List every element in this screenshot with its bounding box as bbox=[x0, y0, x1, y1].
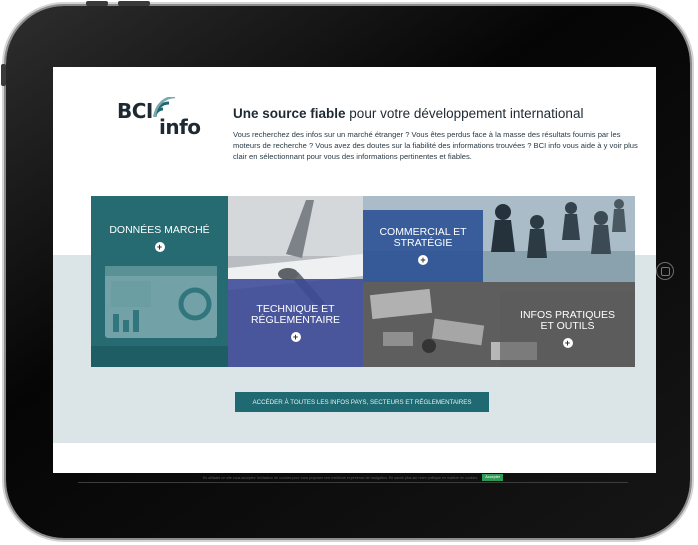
tablet-side-button bbox=[1, 64, 6, 86]
tile-infos-pratiques[interactable]: INFOS PRATIQUES ET OUTILS + bbox=[500, 291, 635, 367]
tile-technique-line2: RÉGLEMENTAIRE bbox=[250, 314, 341, 326]
tile-commercial-strategie[interactable]: COMMERCIAL ET STRATÉGIE + bbox=[363, 210, 483, 282]
home-button-icon[interactable] bbox=[656, 262, 674, 280]
intro-text: Vous recherchez des infos sur un marché … bbox=[233, 130, 638, 161]
cookie-banner: En utilisant ce site vous acceptez l'uti… bbox=[78, 473, 628, 482]
tile-donnees-marche[interactable]: DONNÉES MARCHÉ + bbox=[91, 196, 228, 367]
tile-donnees-label: DONNÉES MARCHÉ + bbox=[91, 212, 228, 264]
tile-technique-reglementaire[interactable]: TECHNIQUE ET RÉGLEMENTAIRE + bbox=[228, 279, 363, 367]
cookie-text: En utilisant ce site vous acceptez l'uti… bbox=[202, 475, 479, 480]
headline-bold: Une source fiable bbox=[233, 106, 346, 121]
access-all-infos-button[interactable]: ACCÉDER À TOUTES LES INFOS PAYS, SECTEUR… bbox=[235, 392, 489, 412]
plus-circle-icon: + bbox=[418, 255, 428, 265]
page-headline: Une source fiable pour votre développeme… bbox=[233, 106, 583, 121]
tile-commercial-line2: STRATÉGIE bbox=[393, 237, 453, 249]
tile-donnees-title: DONNÉES MARCHÉ bbox=[109, 223, 210, 236]
screen: BCI info Une source fiable pour votre dé… bbox=[53, 67, 656, 473]
logo-info: info bbox=[159, 115, 201, 139]
plus-circle-icon: + bbox=[562, 338, 573, 348]
cookie-divider bbox=[78, 482, 628, 483]
headline-rest: pour votre développement international bbox=[345, 106, 584, 121]
tablet-top-button bbox=[86, 1, 108, 6]
plus-circle-icon: + bbox=[290, 332, 301, 342]
tablet-volume-button bbox=[118, 1, 150, 6]
cookie-accept-button[interactable]: Accepter bbox=[482, 474, 504, 481]
tile-infos-line2: ET OUTILS bbox=[540, 320, 595, 332]
plus-circle-icon: + bbox=[154, 241, 165, 252]
bci-info-logo[interactable]: BCI info bbox=[117, 97, 207, 141]
